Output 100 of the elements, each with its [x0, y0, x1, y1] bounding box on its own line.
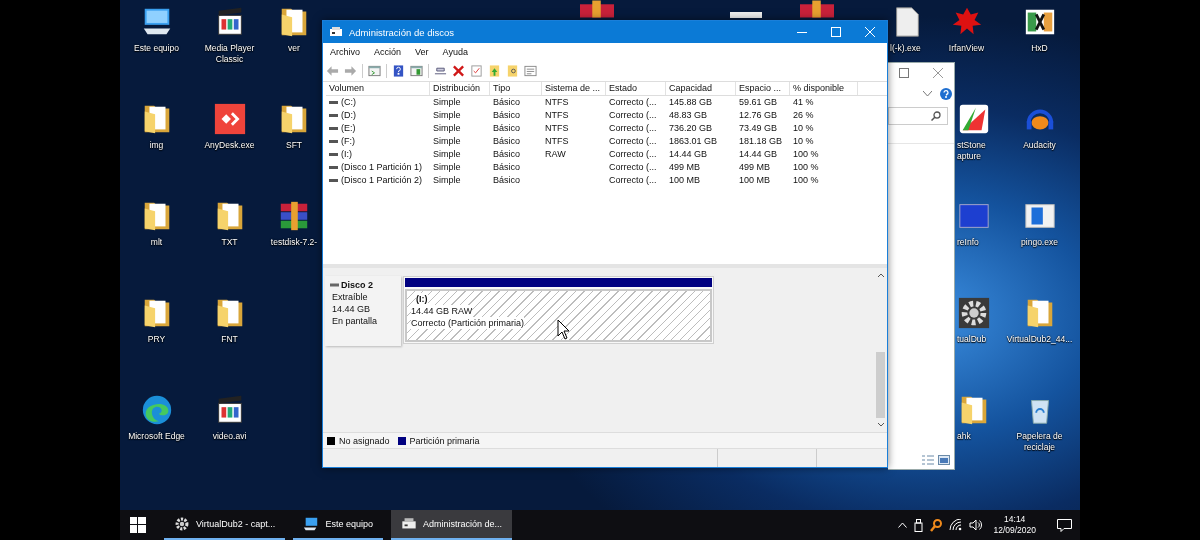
help-icon[interactable]	[940, 88, 952, 100]
table-cell: 14.44 GB	[739, 148, 778, 161]
wifi-icon[interactable]	[949, 519, 963, 531]
desktop-shortcut[interactable]: l(-k).exe	[890, 0, 930, 60]
desktop-shortcut[interactable]: Este equipo	[120, 0, 193, 97]
desktop-shortcut[interactable]: PRY	[120, 291, 193, 388]
desktop-shortcut[interactable]: Microsoft Edge	[120, 388, 193, 485]
table-cell: Básico	[493, 135, 520, 148]
table-cell: (I:)	[341, 148, 352, 161]
desktop-shortcut[interactable]: SFT	[266, 97, 322, 194]
speaker-icon[interactable]	[969, 519, 983, 531]
table-cell: Correcto (...	[609, 174, 657, 187]
close-button[interactable]	[932, 67, 944, 79]
close-icon	[933, 68, 943, 78]
desktop-shortcut[interactable]: ver	[266, 0, 322, 97]
table-cell: Correcto (...	[609, 109, 657, 122]
gear-icon	[957, 296, 991, 330]
desktop-shortcut[interactable]: pingo.exe	[1003, 194, 1076, 291]
drive-icon	[330, 283, 339, 287]
maximize-button[interactable]	[898, 67, 910, 79]
close-icon	[865, 27, 875, 37]
desktop-shortcut[interactable]: FNT	[193, 291, 266, 388]
desktop-shortcut[interactable]: video.avi	[193, 388, 266, 485]
table-cell: Básico	[493, 161, 520, 174]
partition-status: Correcto (Partición primaria)	[411, 317, 525, 329]
table-cell: Correcto (...	[609, 96, 657, 109]
table-cell: RAW	[545, 148, 566, 161]
desktop-shortcut[interactable]: ahk	[957, 388, 1003, 485]
partition-size: 14.44 GB RAW	[411, 305, 473, 317]
table-cell: 59.61 GB	[739, 96, 778, 109]
table-cell: NTFS	[545, 122, 569, 135]
table-cell: (Disco 1 Partición 2)	[341, 174, 423, 187]
scroll-down-icon[interactable]	[876, 422, 885, 428]
menu-item[interactable]: Archivo	[330, 47, 360, 57]
partition-block[interactable]: (I:) 14.44 GB RAW Correcto (Partición primaria)	[403, 276, 714, 344]
taskbar-button[interactable]: Este equipo	[293, 510, 383, 540]
clock-time[interactable]: 14:14	[1004, 514, 1026, 525]
table-cell: Básico	[493, 174, 520, 187]
column-header[interactable]: Volumen	[326, 82, 430, 95]
desktop-shortcut[interactable]: Audacity	[1003, 97, 1076, 194]
taskbar-button[interactable]: Administración de...	[390, 510, 512, 540]
delete-icon[interactable]	[452, 65, 465, 77]
menu-item[interactable]: Ver	[415, 47, 429, 57]
desktop-shortcut[interactable]: mlt	[120, 194, 193, 291]
table-cell: Correcto (...	[609, 122, 657, 135]
folder-up-icon[interactable]	[488, 65, 501, 77]
desktop-shortcut[interactable]: reInfo	[957, 194, 1003, 291]
connect-icon[interactable]	[434, 65, 447, 77]
start-button[interactable]	[130, 517, 146, 533]
table-cell: Básico	[493, 109, 520, 122]
table-cell: 100 %	[793, 148, 819, 161]
table-cell: (C:)	[341, 96, 356, 109]
checklist-icon[interactable]	[470, 65, 483, 77]
folder-search-icon[interactable]	[506, 65, 519, 77]
panel-icon[interactable]	[410, 65, 423, 77]
desktop-shortcut[interactable]: tualDub	[957, 291, 1003, 388]
magnifier-icon[interactable]	[930, 518, 943, 532]
table-cell: Simple	[433, 109, 461, 122]
table-cell: 73.49 GB	[739, 122, 778, 135]
column-header[interactable]: Estado	[606, 82, 666, 95]
disk-status: En pantalla	[332, 315, 379, 327]
scroll-up-icon[interactable]	[876, 272, 885, 278]
partition-label: (I:)	[416, 293, 428, 305]
desktop-shortcut[interactable]: HxD	[1003, 0, 1076, 97]
chevron-icon[interactable]	[923, 91, 932, 97]
column-header[interactable]: Distribución	[430, 82, 490, 95]
desktop-shortcut[interactable]: testdisk-7.2-	[266, 194, 322, 291]
taskbar-button[interactable]: VirtualDub2 - capt...	[164, 510, 286, 540]
desktop-shortcut[interactable]: Media Player Classic	[193, 0, 266, 97]
table-cell: NTFS	[545, 135, 569, 148]
desktop-shortcut[interactable]: IrfanView	[930, 0, 1003, 97]
chevron-up-icon[interactable]	[898, 522, 908, 528]
desktop-shortcut[interactable]: VirtualDub2_44...	[1003, 291, 1076, 388]
column-header[interactable]: Capacidad	[666, 82, 736, 95]
back-arrow-icon[interactable]	[326, 65, 339, 77]
table-cell: 181.18 GB	[739, 135, 783, 148]
usb-drive-icon[interactable]	[914, 518, 924, 532]
console-tree-icon[interactable]	[368, 65, 381, 77]
column-header[interactable]: % disponible	[790, 82, 858, 95]
desktop-shortcut[interactable]: stStone apture	[957, 97, 1003, 194]
column-header[interactable]: Espacio ...	[736, 82, 790, 95]
menu-item[interactable]: Acción	[374, 47, 402, 57]
table-cell: (F:)	[341, 135, 355, 148]
column-header[interactable]: Sistema de ...	[542, 82, 606, 95]
forward-arrow-icon[interactable]	[344, 65, 357, 77]
desktop-shortcut[interactable]: TXT	[193, 194, 266, 291]
clock-date[interactable]: 12/09/2020	[993, 525, 1036, 536]
column-header[interactable]: Tipo	[490, 82, 542, 95]
desktop-shortcut[interactable]: AnyDesk.exe	[193, 97, 266, 194]
notification-icon[interactable]	[1057, 518, 1072, 532]
desktop-shortcut[interactable]: img	[120, 97, 193, 194]
list-icon[interactable]	[524, 65, 537, 77]
menu-item[interactable]: Ayuda	[442, 47, 468, 57]
search-field[interactable]	[888, 107, 948, 125]
desktop-shortcut[interactable]: Papelera de reciclaje	[1003, 388, 1076, 485]
help-icon[interactable]	[392, 65, 405, 77]
large-icons-view-icon[interactable]	[938, 455, 950, 465]
table-cell: NTFS	[545, 109, 569, 122]
stacked-books-icon	[580, 0, 614, 18]
table-cell: Correcto (...	[609, 148, 657, 161]
